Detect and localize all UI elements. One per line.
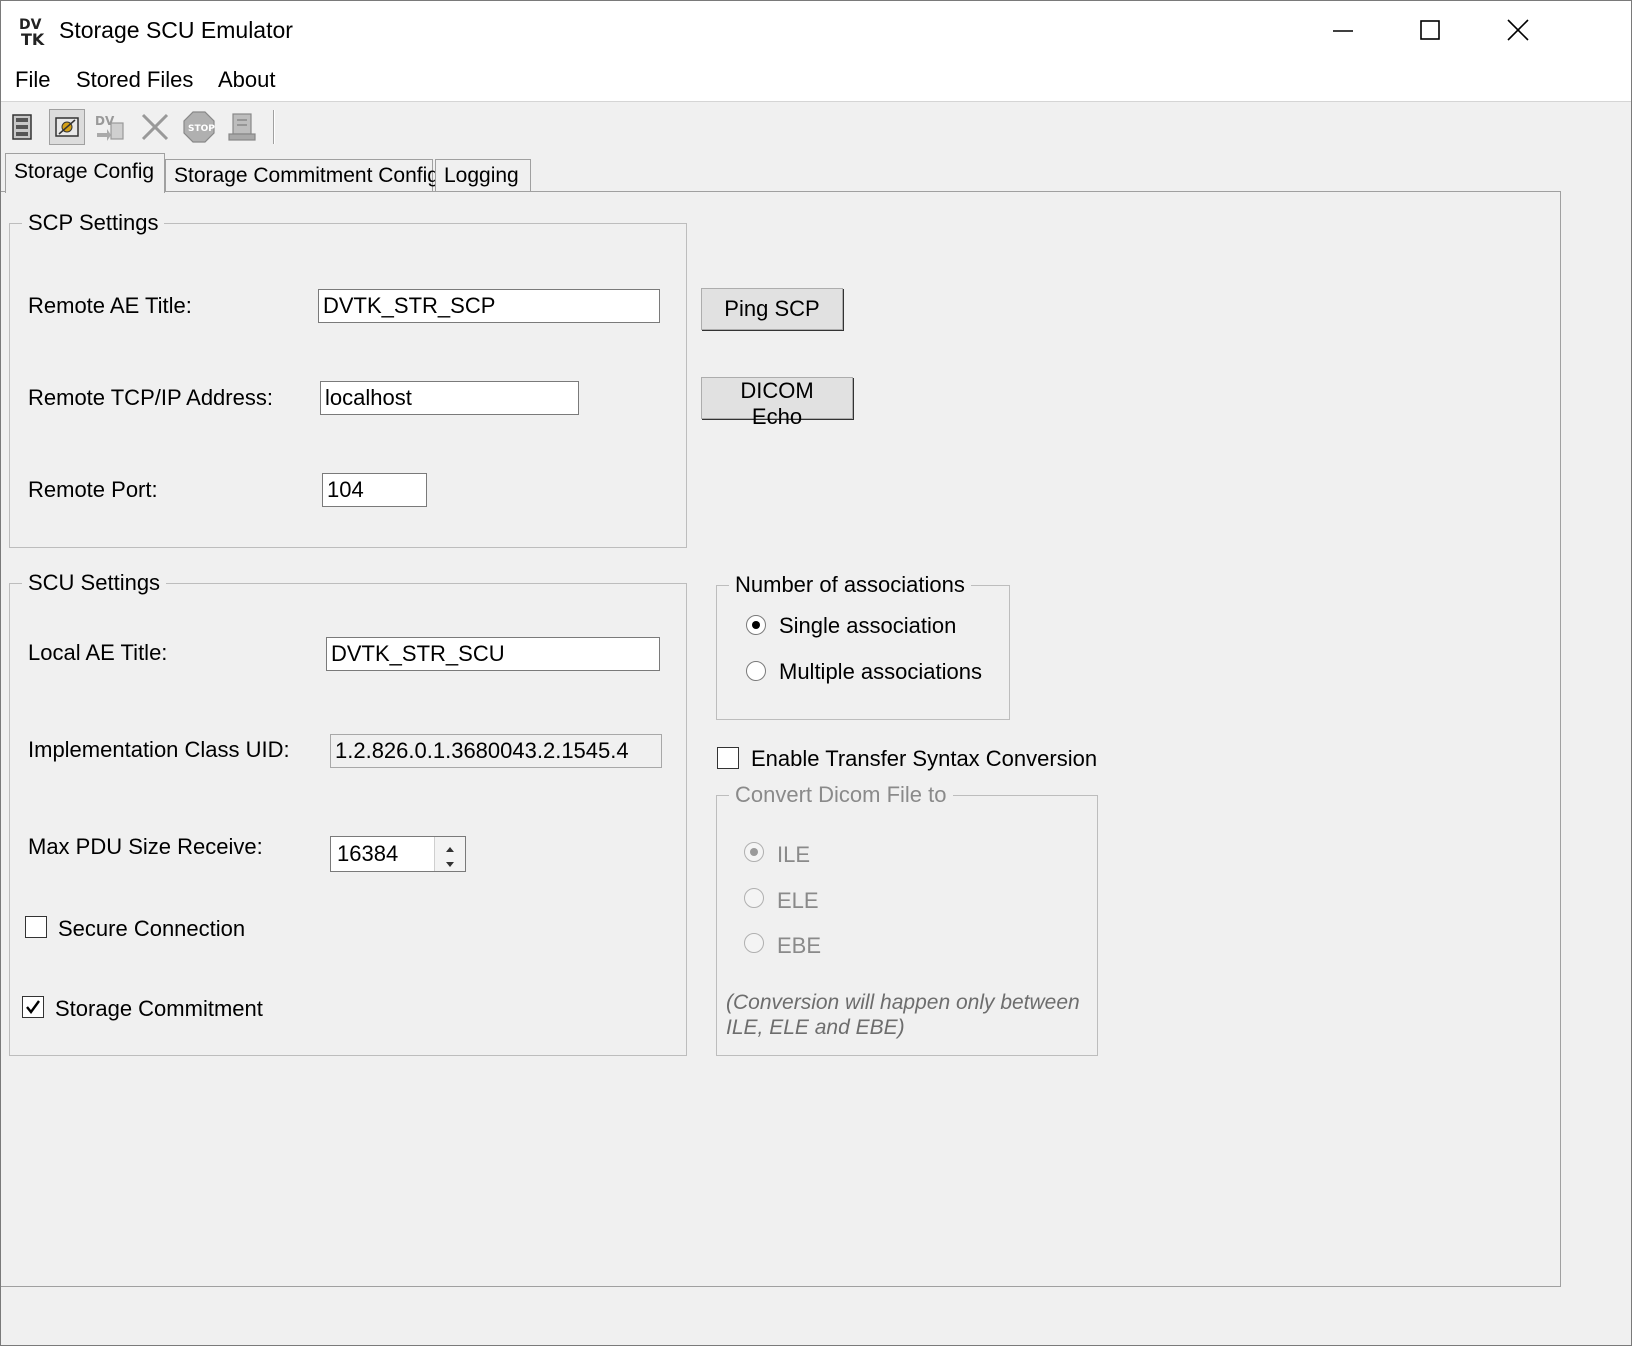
remote-ae-title-label: Remote AE Title:: [28, 293, 192, 318]
secure-connection-checkbox[interactable]: [25, 916, 47, 938]
multiple-associations-radio[interactable]: [746, 661, 766, 681]
storage-commitment-label: Storage Commitment: [55, 996, 263, 1021]
max-pdu-size-stepper[interactable]: 16384: [330, 836, 466, 872]
max-pdu-size-value: 16384: [337, 841, 399, 866]
delete-icon[interactable]: [137, 109, 173, 145]
stepper-down-button[interactable]: [435, 854, 465, 871]
enable-transfer-syntax-checkbox[interactable]: [717, 747, 739, 769]
svg-text:TK: TK: [21, 30, 45, 47]
tab-storage-config[interactable]: Storage Config: [5, 153, 165, 193]
remote-port-label: Remote Port:: [28, 477, 158, 502]
title-bar: DV TK Storage SCU Emulator: [1, 1, 1631, 59]
ile-label: ILE: [777, 842, 811, 867]
associations-group: Number of associations: [716, 572, 1010, 720]
database-icon[interactable]: [5, 109, 41, 145]
local-ae-title-input[interactable]: [326, 637, 660, 671]
max-pdu-size-label: Max PDU Size Receive:: [28, 834, 263, 859]
config-icon[interactable]: [49, 109, 85, 145]
impl-class-uid-input[interactable]: [330, 734, 662, 768]
conversion-note: (Conversion will happen only between ILE…: [726, 991, 1080, 1039]
single-association-label: Single association: [779, 613, 957, 638]
stepper-up-button[interactable]: [435, 837, 465, 854]
remote-ip-label: Remote TCP/IP Address:: [28, 385, 273, 410]
associations-legend: Number of associations: [735, 572, 965, 597]
close-button[interactable]: [1473, 1, 1563, 59]
maximize-icon: [1420, 20, 1440, 40]
minimize-icon: [1333, 30, 1353, 32]
ping-scp-button[interactable]: Ping SCP: [701, 288, 843, 330]
chevron-down-icon: [446, 862, 454, 867]
export-icon[interactable]: [225, 109, 261, 145]
menu-bar: File Stored Files About: [1, 59, 1631, 102]
menu-stored-files[interactable]: Stored Files: [76, 67, 193, 93]
toolbar: DV STOP: [1, 102, 1631, 152]
scp-settings-legend: SCP Settings: [28, 210, 159, 235]
convert-dicom-legend: Convert Dicom File to: [735, 782, 947, 807]
send-icon[interactable]: DV: [93, 109, 129, 145]
toolbar-separator: [273, 110, 275, 144]
stop-icon[interactable]: STOP: [181, 109, 217, 145]
enable-transfer-syntax-label: Enable Transfer Syntax Conversion: [751, 746, 1098, 771]
local-ae-title-label: Local AE Title:: [28, 640, 168, 665]
multiple-associations-label: Multiple associations: [779, 659, 982, 684]
window-title: Storage SCU Emulator: [59, 17, 293, 43]
storage-config-panel: SCP Settings Remote AE Title: Remote TCP…: [1, 191, 1561, 1287]
checkmark-icon: [26, 1000, 40, 1014]
close-icon: [1507, 19, 1529, 41]
minimize-button[interactable]: [1298, 1, 1388, 59]
menu-about[interactable]: About: [218, 67, 276, 93]
app-logo-icon: DV TK: [19, 15, 47, 49]
menu-file[interactable]: File: [15, 67, 50, 93]
ele-radio[interactable]: [744, 888, 764, 908]
single-association-radio[interactable]: [746, 615, 766, 635]
main-window: DV TK Storage SCU Emulator File Stored F…: [0, 0, 1632, 1346]
remote-port-input[interactable]: [322, 473, 427, 507]
impl-class-uid-label: Implementation Class UID:: [28, 737, 290, 762]
secure-connection-label: Secure Connection: [58, 916, 246, 941]
tab-strip: Storage Config Storage Commitment Config…: [1, 153, 1631, 193]
dicom-echo-button[interactable]: DICOM Echo: [701, 377, 853, 429]
svg-text:STOP: STOP: [188, 124, 215, 134]
ebe-radio[interactable]: [744, 933, 764, 953]
stepper-arrows: [434, 837, 465, 871]
tab-logging[interactable]: Logging: [435, 159, 531, 191]
ebe-label: EBE: [777, 933, 822, 958]
storage-commitment-checkbox[interactable]: [22, 996, 44, 1018]
ile-radio[interactable]: [744, 842, 764, 862]
ele-label: ELE: [777, 888, 819, 913]
tab-storage-commitment-config[interactable]: Storage Commitment Config: [165, 159, 439, 191]
maximize-button[interactable]: [1385, 1, 1475, 59]
scu-settings-legend: SCU Settings: [28, 570, 161, 595]
remote-ip-input[interactable]: [320, 381, 579, 415]
remote-ae-title-input[interactable]: [318, 289, 660, 323]
